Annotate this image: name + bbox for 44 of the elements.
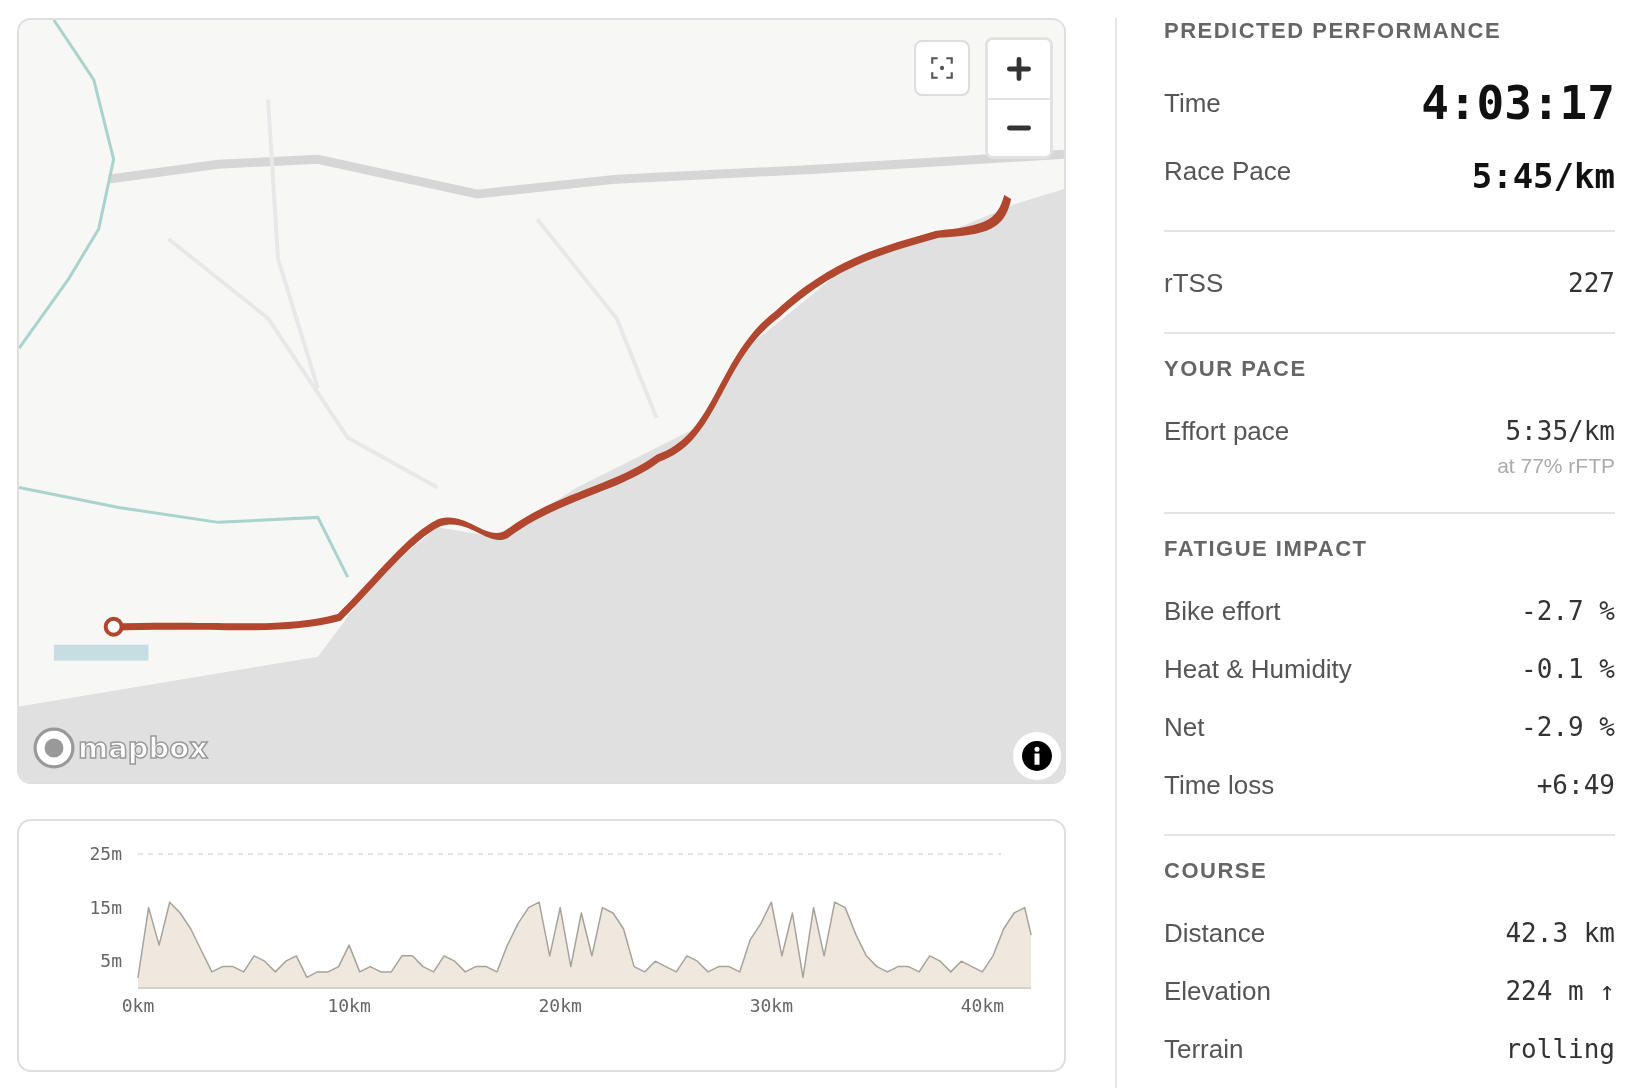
zoom-out-button[interactable]: [988, 98, 1050, 156]
stat-label: Terrain: [1164, 1034, 1244, 1064]
x-tick-label: 40km: [960, 995, 1005, 1016]
stat-label: rTSS: [1164, 268, 1224, 298]
stat-label: Time loss: [1164, 770, 1275, 800]
x-tick-label: 0km: [121, 995, 155, 1016]
stat-label: Effort pace: [1164, 416, 1290, 446]
y-tick-label: 5m: [100, 950, 122, 972]
stat-value: 227: [1568, 268, 1615, 298]
x-tick-label: 20km: [538, 995, 582, 1016]
stat-value: 5:45/km: [1471, 156, 1615, 196]
stat-label: Bike effort: [1164, 596, 1281, 626]
stat-value: -0.1 %: [1521, 654, 1615, 684]
stat-value: 5:35/km: [1505, 416, 1615, 446]
stat-value: -2.9 %: [1521, 712, 1615, 742]
logo-icon: [33, 727, 75, 769]
stat-value: 42.3 km: [1505, 918, 1615, 948]
minus-icon: [1007, 125, 1031, 131]
info-icon: [1022, 741, 1052, 771]
x-tick-label: 30km: [749, 995, 793, 1016]
plus-icon: [1007, 57, 1031, 81]
x-tick-label: 10km: [327, 995, 371, 1016]
y-tick-label: 15m: [89, 896, 122, 918]
stat-note: at 77% rFTP: [1497, 454, 1615, 478]
mapbox-logo[interactable]: mapbox: [33, 727, 208, 769]
section-heading: PREDICTED PERFORMANCE: [1164, 18, 1503, 45]
fullscreen-icon: [929, 55, 955, 81]
stat-value: 4:03:17: [1421, 75, 1615, 131]
fullscreen-button[interactable]: [914, 40, 970, 96]
section-heading: COURSE: [1164, 858, 1269, 885]
stat-value: rolling: [1505, 1034, 1615, 1064]
stat-label: Net: [1164, 712, 1205, 742]
stat-label: Time: [1164, 88, 1221, 118]
stat-label: Heat & Humidity: [1164, 654, 1352, 684]
stat-label: Elevation: [1164, 976, 1271, 1006]
section-heading: FATIGUE IMPACT: [1164, 536, 1369, 563]
stat-value: -2.7 %: [1521, 596, 1615, 626]
section-heading: YOUR PACE: [1164, 356, 1308, 383]
y-tick-label: 25m: [89, 843, 122, 864]
stat-value: +6:49: [1536, 770, 1615, 800]
stat-label: Race Pace: [1164, 156, 1292, 186]
stat-value: 224 m ↑: [1505, 976, 1615, 1006]
stat-label: Distance: [1164, 918, 1266, 948]
logo-text: mapbox: [78, 733, 208, 763]
